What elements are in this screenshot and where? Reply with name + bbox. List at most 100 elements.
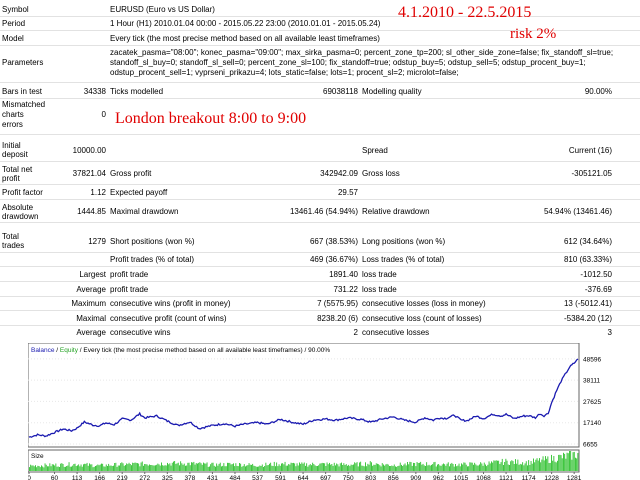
volume-bar bbox=[132, 462, 134, 471]
volume-bar bbox=[435, 466, 437, 471]
volume-bar bbox=[543, 460, 545, 471]
volume-bar bbox=[445, 465, 447, 471]
volume-bar bbox=[294, 463, 296, 471]
volume-bar bbox=[391, 465, 393, 471]
y-tick-label: 6655 bbox=[583, 442, 598, 449]
volume-bar bbox=[223, 463, 225, 471]
volume-bar bbox=[114, 463, 116, 471]
profit-trades-label: Profit trades (% of total) bbox=[110, 255, 195, 264]
volume-bar bbox=[108, 463, 110, 471]
volume-bar bbox=[411, 465, 413, 471]
volume-bar bbox=[272, 466, 274, 471]
volume-bar bbox=[210, 464, 212, 471]
volume-bar bbox=[423, 465, 425, 471]
model-label: Model bbox=[2, 34, 24, 43]
separator bbox=[0, 310, 640, 311]
consecutive-profit-count-label: consecutive profit (count of wins) bbox=[110, 314, 227, 323]
volume-bar bbox=[222, 465, 224, 471]
volume-bar bbox=[549, 462, 551, 471]
volume-bar bbox=[234, 466, 236, 471]
volume-bar bbox=[404, 463, 406, 471]
volume-bar bbox=[278, 464, 280, 471]
volume-bar bbox=[414, 463, 416, 471]
volume-bar bbox=[247, 465, 249, 471]
volume-bar bbox=[308, 465, 310, 471]
volume-bar bbox=[248, 463, 250, 471]
volume-bar bbox=[207, 466, 209, 471]
volume-bar bbox=[33, 466, 35, 471]
volume-bar bbox=[193, 461, 195, 471]
volume-bar bbox=[255, 466, 257, 471]
separator bbox=[0, 296, 640, 297]
volume-bar bbox=[37, 465, 39, 471]
volume-bar bbox=[476, 465, 478, 471]
volume-bar bbox=[171, 462, 173, 471]
volume-bar bbox=[221, 466, 222, 471]
volume-bar bbox=[558, 454, 560, 471]
volume-bar bbox=[402, 466, 404, 471]
volume-bar bbox=[98, 465, 100, 471]
volume-bar bbox=[206, 462, 208, 471]
average-loss-label: loss trade bbox=[362, 285, 397, 294]
volume-bar bbox=[576, 458, 578, 471]
separator bbox=[0, 222, 640, 223]
volume-bar bbox=[567, 453, 569, 471]
chart-header: Balance / Equity / Every tick (the most … bbox=[31, 347, 330, 354]
volume-bar bbox=[120, 463, 122, 471]
volume-bar bbox=[471, 462, 473, 471]
volume-bar bbox=[227, 462, 228, 471]
volume-bar bbox=[127, 464, 129, 471]
volume-bar bbox=[179, 465, 180, 471]
largest-loss-label: loss trade bbox=[362, 270, 397, 279]
volume-bar bbox=[285, 465, 287, 471]
volume-bar bbox=[511, 460, 513, 471]
volume-bar bbox=[569, 451, 570, 471]
x-tick-label: 856 bbox=[388, 475, 399, 480]
volume-bar bbox=[243, 464, 245, 471]
largest-profit-value: 1891.40 bbox=[329, 270, 358, 279]
separator bbox=[0, 161, 640, 162]
volume-bar bbox=[36, 467, 38, 471]
volume-bar bbox=[326, 462, 328, 471]
volume-bar bbox=[383, 464, 384, 471]
volume-bar bbox=[155, 465, 156, 471]
volume-bar bbox=[107, 466, 108, 471]
volume-bar bbox=[211, 462, 213, 471]
y-tick-label: 48596 bbox=[583, 356, 601, 363]
volume-bar bbox=[129, 464, 131, 471]
volume-bar bbox=[505, 458, 507, 471]
separator bbox=[0, 82, 640, 83]
volume-bar bbox=[347, 465, 348, 471]
volume-bar bbox=[332, 465, 334, 471]
volume-bar bbox=[386, 463, 388, 471]
volume-bar bbox=[530, 461, 532, 471]
volume-bar bbox=[162, 465, 164, 471]
volume-bar bbox=[79, 466, 81, 471]
volume-bar bbox=[570, 451, 572, 471]
consecutive-loss-count-value: -5384.20 (12) bbox=[563, 314, 612, 323]
volume-bar bbox=[54, 465, 56, 471]
volume-bar bbox=[126, 463, 128, 471]
volume-bar bbox=[213, 465, 215, 471]
volume-bar bbox=[443, 463, 444, 471]
volume-bar bbox=[429, 465, 431, 471]
volume-bar bbox=[216, 463, 218, 471]
volume-bar bbox=[93, 466, 95, 471]
volume-bar bbox=[187, 462, 189, 471]
separator bbox=[0, 16, 640, 17]
volume-bar bbox=[359, 462, 360, 471]
volume-bar bbox=[319, 463, 321, 471]
mismatched-label: errors bbox=[2, 120, 23, 129]
volume-bar bbox=[439, 465, 441, 471]
volume-bar bbox=[371, 462, 372, 471]
volume-bar bbox=[138, 463, 140, 471]
x-tick-label: 60 bbox=[51, 475, 59, 480]
spread-label: Spread bbox=[362, 146, 388, 155]
volume-bar bbox=[149, 464, 150, 471]
volume-bar bbox=[115, 462, 117, 471]
volume-bar bbox=[235, 463, 237, 471]
volume-bar bbox=[164, 465, 166, 471]
volume-bar bbox=[343, 463, 345, 471]
volume-bar bbox=[139, 466, 141, 471]
consecutive-loss-count-label: consecutive loss (count of losses) bbox=[362, 314, 482, 323]
